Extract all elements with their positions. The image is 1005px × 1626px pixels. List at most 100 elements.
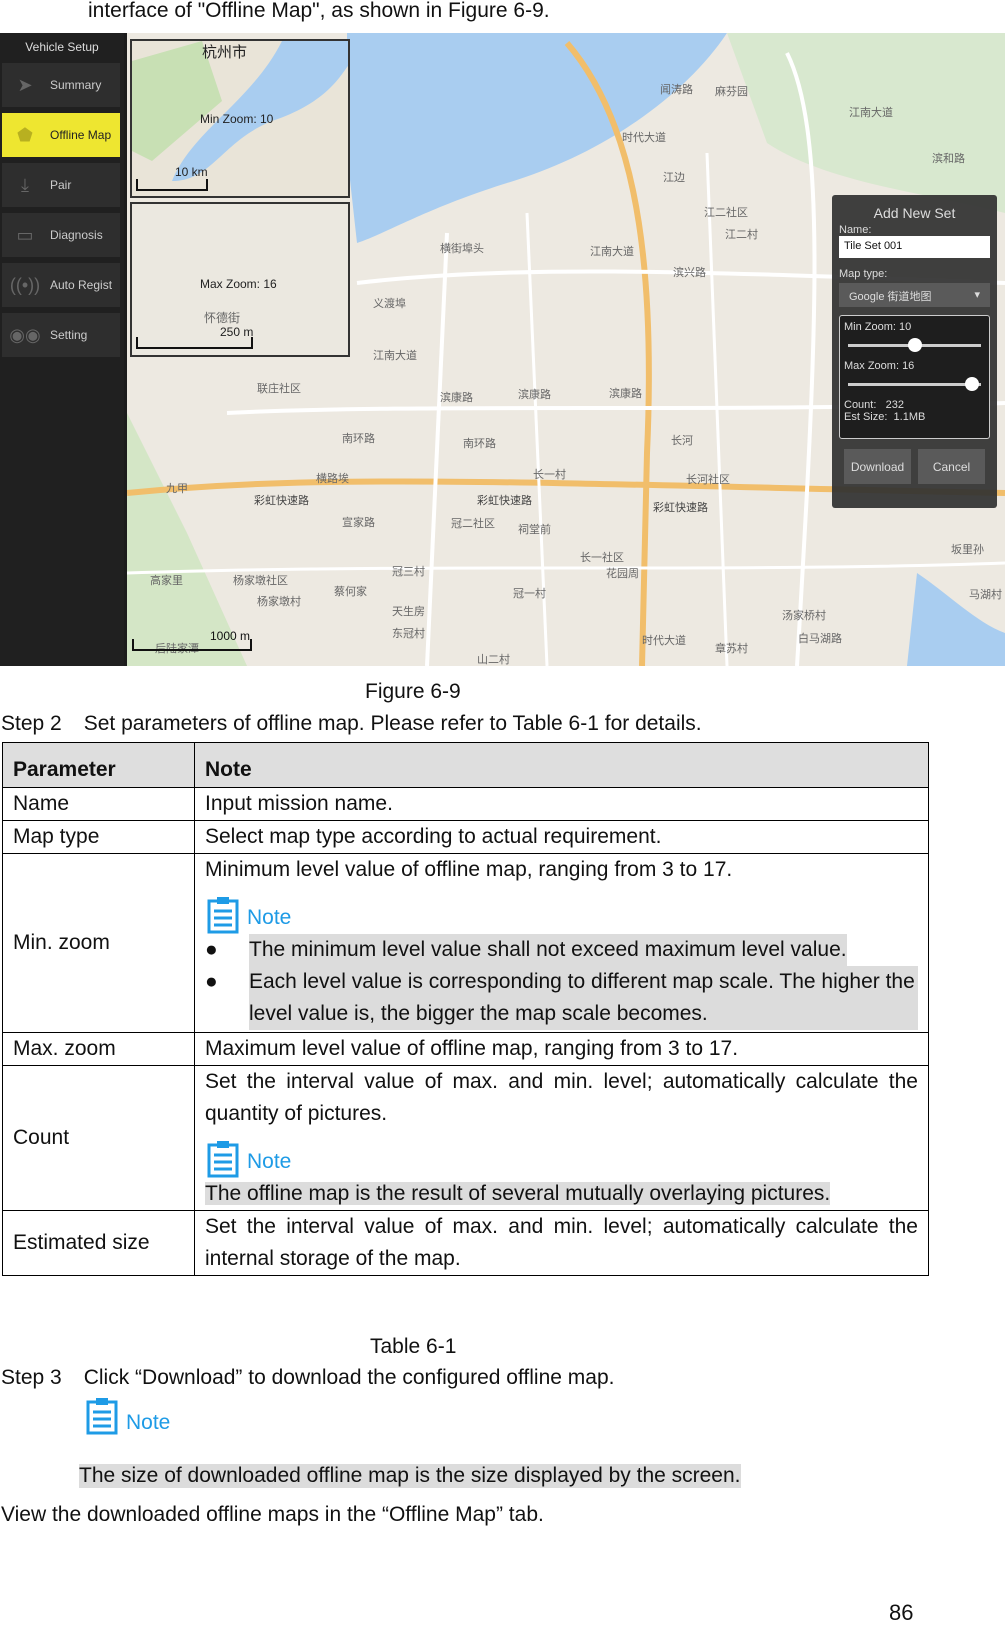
- sidebar-item-offline-map[interactable]: ⬟ Offline Map: [2, 113, 120, 157]
- map-label: 东冠村: [392, 628, 425, 640]
- bullet-text: Each level value is corresponding to dif…: [249, 966, 918, 1030]
- inset-city-label: 杭州市: [202, 44, 248, 61]
- map-label: 义渡埠: [373, 298, 406, 310]
- download-tray-icon: ⤓: [21, 174, 29, 195]
- map-label: 长河社区: [686, 474, 730, 486]
- map-label: 山二村: [477, 654, 510, 666]
- sidebar-item-label: Pair: [50, 178, 72, 192]
- parameter-table: Parameter Note Name Input mission name. Ma…: [2, 742, 929, 1276]
- min-zoom-slider[interactable]: [848, 338, 981, 352]
- count-row: Count: 232: [844, 399, 985, 411]
- max-zoom-label: Max Zoom: 16: [844, 360, 915, 372]
- broadcast-icon: ((•)): [9, 274, 41, 295]
- param-cell: Name: [2, 787, 195, 821]
- map-label: 江二村: [725, 229, 758, 241]
- step-text: Click “Download” to download the configu…: [83, 1366, 615, 1389]
- map-label: 彩虹快速路: [477, 495, 532, 507]
- note-cell: Set the interval value of max. and min. …: [194, 1065, 929, 1211]
- step-3: Step 3 Click “Download” to download the c…: [1, 1366, 614, 1390]
- offline-map-screenshot: Vehicle Setup ➤ Summary ⬟ Offline Map ⤓ Pai…: [0, 33, 1005, 666]
- name-label: Name:: [839, 224, 872, 236]
- map-type-select[interactable]: Google 街道地图 ▾: [839, 283, 990, 307]
- dialog-title: Add New Set: [873, 205, 956, 221]
- map-type-label: Map type:: [839, 268, 888, 280]
- table-row: Name Input mission name.: [2, 787, 929, 821]
- note-cell: Set the interval value of max. and min. …: [194, 1210, 929, 1276]
- add-new-set-dialog: Add New Set Name: Tile Set 001 Map type:…: [832, 195, 997, 508]
- table-row: Estimated size Set the interval value of …: [2, 1210, 929, 1276]
- map-label: 时代大道: [622, 132, 666, 144]
- map-label: 马湖村: [969, 589, 1002, 601]
- inset-scale-bar: [136, 337, 253, 349]
- param-cell: Max. zoom: [2, 1032, 195, 1066]
- sidebar-item-diagnosis[interactable]: ▭ Diagnosis: [2, 213, 120, 257]
- sidebar-item-summary[interactable]: ➤ Summary: [2, 63, 120, 107]
- map-label: 长河: [671, 435, 693, 447]
- inset-max-zoom-label: Max Zoom: 16: [200, 277, 277, 291]
- inset-scale-label: 10 km: [175, 165, 208, 179]
- sidebar-item-setting[interactable]: ◉◉ Setting: [2, 313, 120, 357]
- cancel-button[interactable]: Cancel: [918, 449, 985, 484]
- min-zoom-preview: 杭州市 Min Zoom: 10 10 km: [130, 39, 350, 198]
- zoom-settings: Min Zoom: 10 Max Zoom: 16 Count: 232 Est…: [839, 315, 990, 439]
- chevron-down-icon: ▾: [974, 289, 980, 301]
- table-row: Max. zoom Maximum level value of offline …: [2, 1032, 929, 1066]
- map-label: 花园周: [606, 568, 639, 580]
- sidebar-item-auto-regist[interactable]: ((•)) Auto Regist: [2, 263, 120, 307]
- slider-thumb[interactable]: [907, 338, 922, 352]
- name-input[interactable]: Tile Set 001: [839, 236, 990, 258]
- note-cell: Select map type according to actual requ…: [194, 820, 929, 854]
- note-heading: Note: [205, 1140, 918, 1178]
- sidebar-item-label: Setting: [50, 328, 88, 342]
- slider-thumb[interactable]: [964, 377, 979, 391]
- note-text: Minimum level value of offline map, rang…: [205, 858, 733, 881]
- figure-caption: Figure 6-9: [365, 680, 461, 703]
- intro-text: interface of "Offline Map", as shown in …: [88, 0, 550, 22]
- size-label: Est Size:: [844, 411, 888, 423]
- sidebar-item-pair[interactable]: ⤓ Pair: [2, 163, 120, 207]
- count-value: 232: [885, 399, 904, 411]
- note-cell: Maximum level value of offline map, rang…: [194, 1032, 929, 1066]
- param-cell: Min. zoom: [2, 853, 195, 1033]
- step-text: Set parameters of offline map. Please re…: [83, 712, 702, 735]
- map-label: 天生房: [392, 606, 425, 618]
- step-number: Step 2: [1, 712, 62, 735]
- map-label: 冠一村: [513, 588, 546, 600]
- map-label: 江南大道: [590, 246, 634, 258]
- map-label: 章苏村: [715, 643, 748, 655]
- map-label: 杨家墩社区: [233, 575, 288, 587]
- header-parameter: Parameter: [2, 742, 195, 788]
- sidebar-item-label: Auto Regist: [50, 278, 113, 292]
- note-cell: Input mission name.: [194, 787, 929, 821]
- page-number: 86: [889, 1600, 914, 1625]
- max-zoom-slider[interactable]: [848, 377, 981, 391]
- map-label: 时代大道: [642, 635, 686, 647]
- size-row: Est Size: 1.1MB: [844, 411, 985, 423]
- sidebar-title: Vehicle Setup: [25, 40, 99, 54]
- inset-scale-bar: [136, 179, 208, 191]
- count-label: Count:: [844, 399, 877, 411]
- inset-min-zoom-label: Min Zoom: 10: [200, 112, 274, 126]
- map-icon: ⬟: [17, 124, 33, 145]
- map-label: 横街埠头: [440, 243, 484, 255]
- map-label: 横路埃: [316, 473, 349, 485]
- map-label: 联庄社区: [257, 383, 301, 395]
- map-label: 滨康路: [440, 392, 473, 404]
- param-cell: Estimated size: [2, 1210, 195, 1276]
- map-label: 坂里孙: [951, 544, 984, 556]
- map-label: 南环路: [463, 438, 496, 450]
- map-label: 九甲: [166, 483, 188, 495]
- table-row: Min. zoom Minimum level value of offline…: [2, 853, 929, 1033]
- map-label: 江二社区: [704, 207, 748, 219]
- map-label: 蔡何家: [334, 586, 367, 598]
- max-zoom-preview: Max Zoom: 16 怀德街 250 m: [130, 202, 350, 357]
- bullet-item: ● Each level value is corresponding to di…: [205, 966, 918, 1030]
- map-label: 彩虹快速路: [254, 495, 309, 507]
- download-button[interactable]: Download: [844, 449, 911, 484]
- sidebar-item-label: Offline Map: [50, 128, 112, 142]
- map-label: 冠三村: [392, 566, 425, 578]
- map-scale-bar: [132, 639, 252, 651]
- map-label: 滨和路: [932, 153, 965, 165]
- step-2: Step 2 Set parameters of offline map. Ple…: [1, 712, 702, 736]
- map-label: 宣家路: [342, 517, 375, 529]
